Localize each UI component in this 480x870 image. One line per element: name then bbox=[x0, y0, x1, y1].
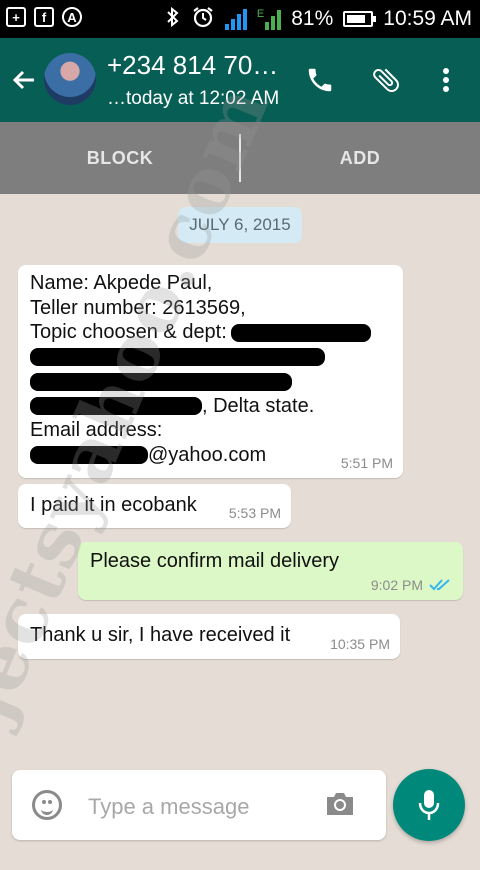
battery-percent: 81% bbox=[291, 7, 334, 30]
message-line bbox=[30, 345, 393, 370]
message-text: @yahoo.com bbox=[148, 443, 267, 466]
alarm-icon bbox=[191, 5, 215, 33]
message-input[interactable] bbox=[86, 790, 310, 824]
message-text: I paid it in ecobank bbox=[30, 494, 197, 516]
redaction-mark bbox=[30, 446, 148, 465]
status-bar: + f A E 81% 10:59 AM bbox=[0, 0, 480, 38]
message-time: 9:02 PM bbox=[370, 577, 423, 593]
status-icons: E 81% 10:59 AM bbox=[165, 0, 472, 38]
network-type: E bbox=[256, 8, 265, 20]
add-contact-button[interactable]: ADD bbox=[240, 122, 480, 194]
paperclip-icon[interactable] bbox=[368, 62, 404, 98]
message-line: @yahoo.com bbox=[30, 443, 393, 468]
battery-icon bbox=[343, 11, 377, 27]
contact-name[interactable]: +234 814 70… bbox=[107, 50, 278, 81]
message-bubble-incoming[interactable]: I paid it in ecobank 5:53 PM bbox=[18, 484, 291, 528]
last-seen: …today at 12:02 AM bbox=[107, 88, 280, 109]
message-line: Email address: bbox=[30, 419, 163, 441]
emoji-icon[interactable] bbox=[32, 790, 62, 820]
data-signal-icon: E bbox=[256, 8, 282, 30]
signal-icon bbox=[224, 8, 247, 30]
chat-header: +234 814 70… …today at 12:02 AM bbox=[0, 38, 480, 122]
clock: 10:59 AM bbox=[383, 7, 472, 30]
message-time: 5:53 PM bbox=[228, 505, 281, 521]
block-button[interactable]: BLOCK bbox=[0, 122, 240, 194]
mic-button[interactable] bbox=[393, 769, 465, 841]
message-composer bbox=[12, 770, 386, 840]
message-line: Teller number: 2613569, bbox=[30, 296, 246, 319]
redaction-mark bbox=[30, 397, 202, 416]
message-bubble-incoming[interactable]: Thank u sir, I have received it 10:35 PM bbox=[18, 614, 400, 659]
message-bubble-incoming[interactable]: Name: Akpede Paul, Teller number: 261356… bbox=[18, 265, 403, 478]
message-line bbox=[30, 369, 393, 394]
read-receipt-icon bbox=[429, 579, 450, 591]
phone-icon[interactable] bbox=[302, 62, 338, 98]
message-text: , Delta state. bbox=[202, 394, 315, 417]
message-text: Thank u sir, I have received it bbox=[30, 624, 291, 646]
message-line: Topic choosen & dept: bbox=[30, 320, 393, 345]
more-vert-icon[interactable] bbox=[428, 62, 464, 98]
facebook-icon: f bbox=[34, 7, 54, 27]
app-icon: A bbox=[62, 7, 82, 27]
message-line: Name: Akpede Paul, bbox=[30, 272, 213, 294]
message-bubble-outgoing[interactable]: Please confirm mail delivery 9:02 PM bbox=[78, 542, 463, 600]
message-text: Please confirm mail delivery bbox=[90, 550, 339, 572]
notification-icons: + f A bbox=[6, 7, 82, 27]
camera-icon[interactable] bbox=[324, 792, 356, 816]
message-time: 10:35 PM bbox=[330, 636, 390, 652]
redaction-mark bbox=[230, 323, 371, 342]
back-arrow-icon[interactable] bbox=[10, 60, 42, 96]
message-text: Topic choosen & dept: bbox=[30, 321, 227, 343]
redaction-mark bbox=[30, 348, 325, 367]
bluetooth-icon bbox=[165, 5, 181, 33]
redaction-mark bbox=[30, 372, 292, 391]
message-line: , Delta state. bbox=[30, 394, 393, 419]
chat-area[interactable]: JULY 6, 2015 Name: Akpede Paul, Teller n… bbox=[0, 194, 480, 754]
unknown-contact-actions: BLOCK ADD bbox=[0, 122, 480, 194]
mic-icon bbox=[418, 790, 440, 820]
avatar[interactable] bbox=[44, 53, 96, 105]
date-chip: JULY 6, 2015 bbox=[178, 207, 302, 243]
message-time: 5:51 PM bbox=[340, 455, 393, 471]
add-box-icon: + bbox=[6, 7, 26, 27]
